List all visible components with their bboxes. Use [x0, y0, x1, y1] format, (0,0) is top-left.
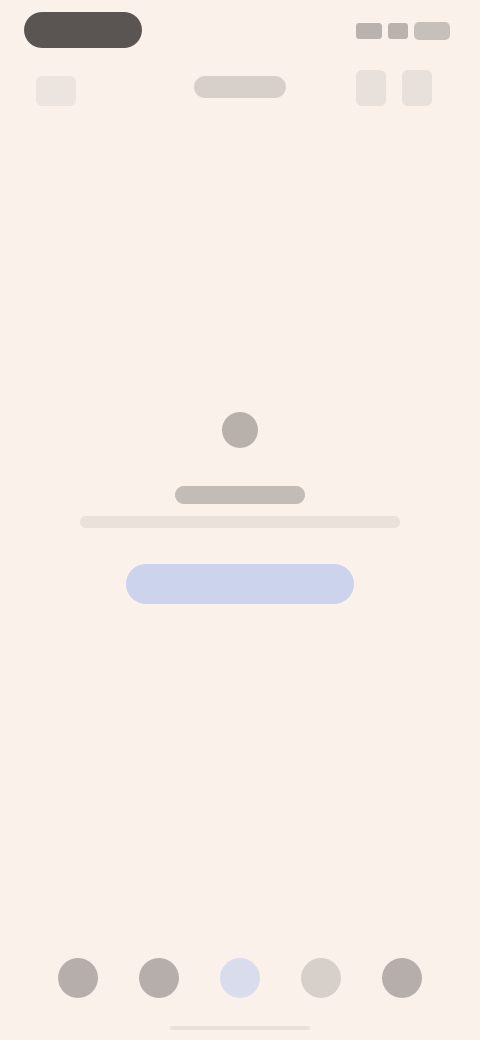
app-bar [0, 60, 480, 120]
home-indicator[interactable] [170, 1026, 310, 1030]
nav-items [40, 946, 440, 1010]
home-icon [58, 958, 98, 998]
empty-state-subtitle [80, 516, 400, 528]
explore-icon [139, 958, 179, 998]
page-title [194, 76, 286, 98]
empty-state-cta-button[interactable] [126, 564, 354, 604]
more-icon[interactable] [402, 70, 432, 106]
status-bar [0, 0, 480, 56]
nav-item-activity[interactable] [283, 946, 359, 1010]
nav-item-home[interactable] [40, 946, 116, 1010]
app-screen [0, 0, 480, 1040]
bottom-navigation [0, 920, 480, 1040]
nav-item-add[interactable] [202, 946, 278, 1010]
status-icons [352, 20, 450, 42]
menu-icon[interactable] [36, 76, 76, 106]
profile-icon [382, 958, 422, 998]
app-bar-actions [356, 70, 432, 106]
search-icon[interactable] [356, 70, 386, 106]
nav-item-explore[interactable] [121, 946, 197, 1010]
empty-icon-shape [222, 412, 258, 448]
wifi-icon [388, 23, 408, 39]
empty-state [0, 390, 480, 650]
activity-icon [301, 958, 341, 998]
empty-icon [216, 406, 264, 454]
status-time-pill [24, 12, 142, 48]
battery-icon [414, 22, 450, 40]
nav-item-profile[interactable] [364, 946, 440, 1010]
add-icon [220, 958, 260, 998]
empty-state-title [175, 486, 305, 504]
signal-icon [356, 23, 382, 39]
